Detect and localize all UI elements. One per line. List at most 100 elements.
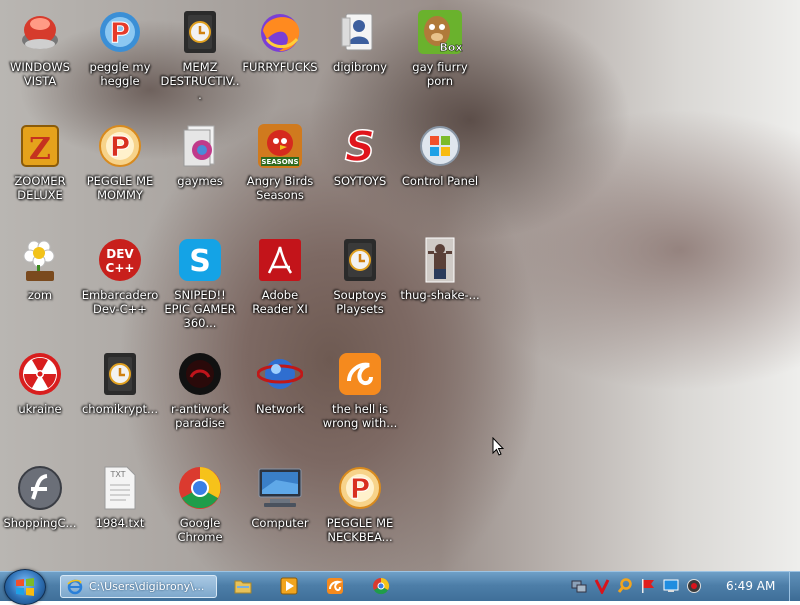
desktop-icon-windows-vista[interactable]: WINDOWS VISTA: [0, 6, 80, 88]
icon-label: WINDOWS VISTA: [10, 60, 70, 88]
red-s-icon: S: [336, 122, 384, 170]
flash-icon: [16, 464, 64, 512]
volume-icon[interactable]: [686, 578, 702, 594]
control-panel-icon: [416, 122, 464, 170]
radiation-icon: [16, 350, 64, 398]
desktop-icon-firefox[interactable]: FURRYFUCKS: [240, 6, 320, 74]
icon-label: SOYTOYS: [333, 174, 387, 188]
shortcut-app-icon: [336, 236, 384, 284]
desktop[interactable]: WINDOWS VISTA P peggle my heggle MEMZ DE…: [0, 0, 800, 571]
desktop-icon-soytoys[interactable]: S SOYTOYS: [320, 120, 400, 188]
icon-label: digibrony: [333, 60, 387, 74]
desktop-icon-uc-browser[interactable]: the hell is wrong with...: [320, 348, 400, 430]
desktop-icon-control-panel[interactable]: Control Panel: [400, 120, 480, 188]
desktop-icon-r-antiwork[interactable]: r-antiwork paradise: [160, 348, 240, 430]
shortcut-app-icon: [176, 8, 224, 56]
icon-label: Google Chrome: [177, 516, 223, 544]
taskbar-window-explorer[interactable]: C:\Users\digibrony\...: [60, 575, 217, 598]
icon-label: SNIPED!! EPIC GAMER 360...: [164, 288, 236, 330]
desktop-icon-digibrony[interactable]: digibrony: [320, 6, 400, 74]
desktop-icon-network[interactable]: Network: [240, 348, 320, 416]
shortcut-app-icon: [96, 350, 144, 398]
desktop-icon-peggle-me-mommy[interactable]: P PEGGLE ME MOMMY: [80, 120, 160, 202]
taskbar-pin-media-player[interactable]: [278, 576, 300, 596]
desktop-icon-zoomer-deluxe[interactable]: Z ZOOMER DELUXE: [0, 120, 80, 202]
plants-icon: [16, 236, 64, 284]
games-folder-icon: [176, 122, 224, 170]
desktop-icon-angry-birds[interactable]: SEASONS Angry Birds Seasons: [240, 120, 320, 202]
display-icon[interactable]: [663, 578, 679, 594]
desktop-icon-ukraine[interactable]: ukraine: [0, 348, 80, 416]
chrome-icon: [176, 464, 224, 512]
desktop-icon-souptoys[interactable]: Souptoys Playsets: [320, 234, 400, 316]
network-icon: [256, 350, 304, 398]
icon-label: Network: [255, 402, 305, 416]
icon-label: PEGGLE ME NECKBEA...: [326, 516, 394, 544]
desktop-icon-computer[interactable]: Computer: [240, 462, 320, 530]
clock[interactable]: 6:49 AM: [726, 579, 775, 593]
devcpp-icon: DEV C++: [96, 236, 144, 284]
network-tray-icon[interactable]: [571, 578, 587, 594]
desktop-icon-devcpp[interactable]: DEV C++ Embarcadero Dev-C++: [80, 234, 160, 316]
photo-thumbnail-icon: [416, 236, 464, 284]
svg-text:P: P: [350, 472, 371, 505]
box-game-icon: Box: [416, 8, 464, 56]
icon-label: gaymes: [177, 174, 223, 188]
show-desktop-button[interactable]: [789, 572, 800, 601]
search-tray-icon[interactable]: [617, 578, 633, 594]
desktop-icon-zom[interactable]: zom: [0, 234, 80, 302]
svg-text:S: S: [189, 244, 211, 279]
desktop-icon-1984-txt[interactable]: TXT 1984.txt: [80, 462, 160, 530]
svg-text:C++: C++: [106, 261, 135, 275]
peggle-icon: P: [336, 464, 384, 512]
peggle-icon: P: [96, 8, 144, 56]
flag-icon[interactable]: [640, 578, 656, 594]
svg-text:DEV: DEV: [106, 247, 134, 261]
desktop-icon-google-chrome[interactable]: Google Chrome: [160, 462, 240, 544]
icon-label: r-antiwork paradise: [170, 402, 229, 430]
text-file-icon: TXT: [96, 464, 144, 512]
desktop-icon-thug-shake[interactable]: thug-shake-...: [400, 234, 480, 302]
desktop-icon-sniped[interactable]: S SNIPED!! EPIC GAMER 360...: [160, 234, 240, 330]
skype-icon: S: [176, 236, 224, 284]
icon-label: gay fiurry porn: [412, 60, 468, 88]
icon-label: ZOOMER DELUXE: [14, 174, 66, 202]
folder-icon: [234, 580, 252, 594]
icon-label: peggle my heggle: [89, 60, 151, 88]
taskbar-pin-uc-browser[interactable]: [324, 576, 346, 596]
uc-browser-icon: [327, 578, 343, 594]
desktop-icon-memz[interactable]: MEMZ DESTRUCTIV...: [160, 6, 240, 102]
desktop-icon-chomikrypt[interactable]: chomikrypt...: [80, 348, 160, 416]
mouse-cursor-icon: [492, 437, 504, 456]
icon-label: MEMZ DESTRUCTIV...: [160, 60, 240, 102]
taskbar-pin-chrome[interactable]: [370, 576, 392, 596]
desktop-icon-peggle-me-neckbeard[interactable]: P PEGGLE ME NECKBEA...: [320, 462, 400, 544]
angry-birds-icon: SEASONS: [256, 122, 304, 170]
icon-label: the hell is wrong with...: [322, 402, 398, 430]
icon-label: Computer: [251, 516, 309, 530]
icon-label: zom: [27, 288, 53, 302]
user-folder-icon: [336, 8, 384, 56]
icon-label: Control Panel: [401, 174, 479, 188]
icon-label: PEGGLE ME MOMMY: [86, 174, 154, 202]
desktop-icon-box-game[interactable]: Box gay fiurry porn: [400, 6, 480, 88]
icon-label: ukraine: [18, 402, 62, 416]
svg-text:P: P: [110, 130, 131, 163]
system-tray: 6:49 AM: [563, 572, 800, 601]
peggle-icon: P: [96, 122, 144, 170]
uc-browser-icon: [336, 350, 384, 398]
red-v-icon[interactable]: [594, 578, 610, 594]
taskbar-pin-explorer[interactable]: [232, 576, 254, 596]
icon-label: Embarcadero Dev-C++: [81, 288, 159, 316]
svg-text:S: S: [345, 123, 375, 169]
icon-label: FURRYFUCKS: [242, 60, 318, 74]
ie-icon: [67, 579, 83, 594]
desktop-icon-gaymes[interactable]: gaymes: [160, 120, 240, 188]
chrome-icon: [373, 577, 390, 595]
desktop-icon-peggle-my-heggle[interactable]: P peggle my heggle: [80, 6, 160, 88]
desktop-icon-adobe-reader[interactable]: Adobe Reader XI: [240, 234, 320, 316]
icon-label: Souptoys Playsets: [333, 288, 387, 316]
svg-text:P: P: [110, 16, 131, 49]
desktop-icon-shopping[interactable]: ShoppingC...: [0, 462, 80, 530]
dark-circle-icon: [176, 350, 224, 398]
